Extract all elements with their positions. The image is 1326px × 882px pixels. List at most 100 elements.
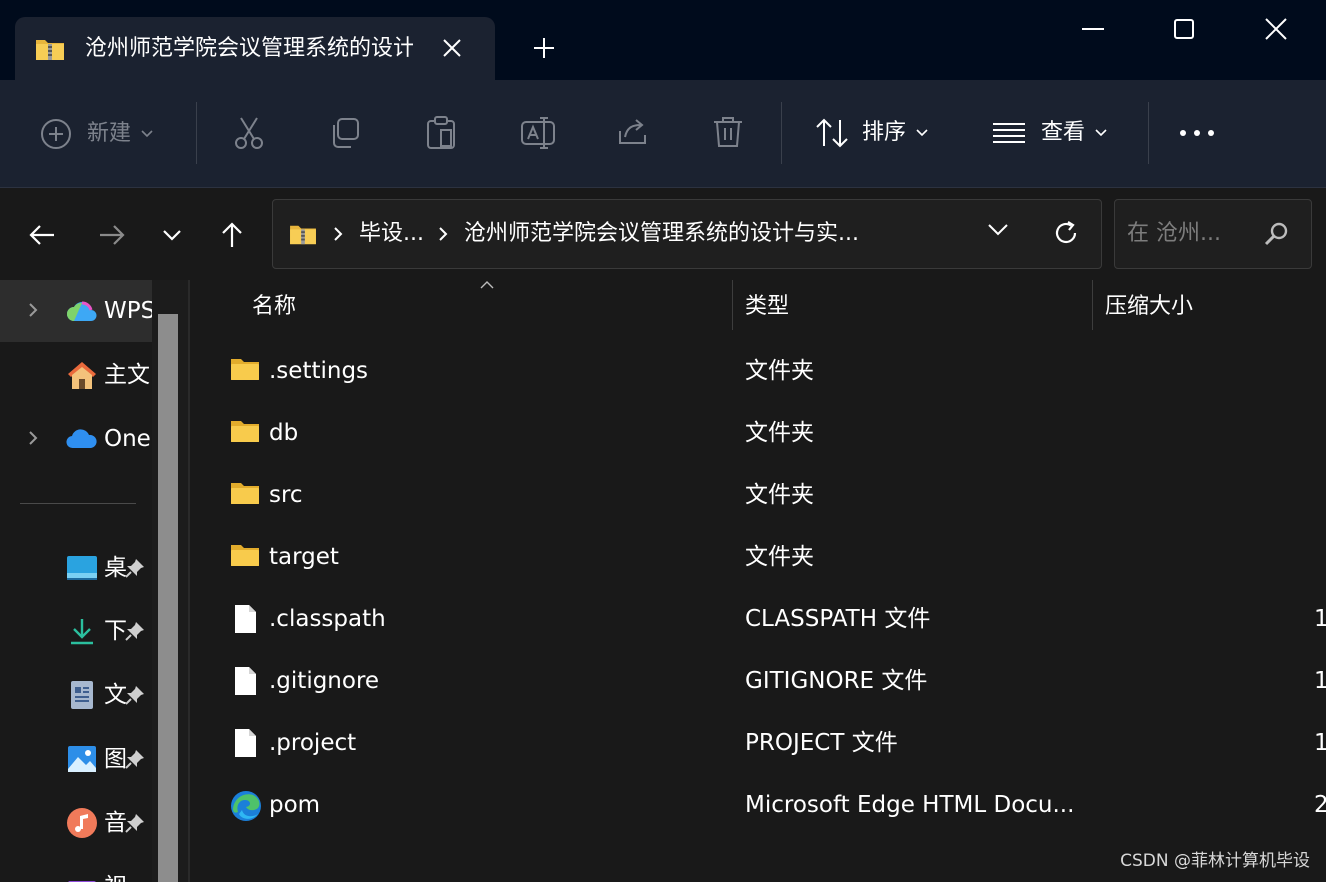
folder-icon [230, 480, 260, 510]
back-button[interactable] [27, 220, 57, 250]
sidebar-item-videos[interactable]: 视 [0, 856, 152, 882]
command-bar: 新建 排序 查看 [0, 80, 1326, 188]
new-button-label: 新建 [87, 121, 132, 146]
refresh-button[interactable] [1053, 220, 1079, 250]
sidebar-item-desktop[interactable]: 桌 [0, 537, 152, 599]
refresh-icon [1055, 221, 1077, 244]
sidebar-item-wps[interactable]: WPS [0, 280, 152, 342]
documents-icon [66, 679, 98, 711]
column-header-size[interactable]: 压缩大小 [1105, 292, 1193, 322]
column-divider[interactable] [732, 280, 733, 330]
close-icon [1265, 18, 1287, 40]
file-type: 文件夹 [745, 420, 814, 446]
tab-title: 沧州师范学院会议管理系统的设计与实现 [85, 36, 413, 61]
column-header-name[interactable]: 名称 [252, 292, 296, 322]
arrow-left-icon [29, 225, 54, 245]
chevron-right-icon [439, 227, 448, 241]
new-tab-icon[interactable] [532, 36, 556, 60]
add-circle-icon [41, 119, 71, 149]
close-tab-icon[interactable] [440, 36, 464, 60]
sort-arrows-icon [816, 118, 848, 148]
minimize-icon [1082, 28, 1104, 30]
sidebar-scrollbar-thumb[interactable] [158, 314, 178, 882]
chevron-right-icon [334, 227, 343, 241]
search-placeholder: 在 沧州... [1127, 221, 1221, 246]
close-window-button[interactable] [1253, 12, 1299, 46]
forward-button[interactable] [97, 220, 127, 250]
pin-icon[interactable] [124, 620, 146, 642]
table-row[interactable]: .settings 文件夹 [190, 341, 1326, 403]
pin-icon[interactable] [124, 748, 146, 770]
cut-button[interactable] [233, 116, 265, 150]
pin-icon[interactable] [124, 557, 146, 579]
toolbar-divider [1148, 102, 1149, 164]
address-history-button[interactable] [987, 222, 1009, 241]
pin-icon[interactable] [124, 812, 146, 834]
sidebar-item-label: 主文 [104, 362, 150, 388]
rename-button[interactable] [521, 117, 555, 149]
more-dots-icon [1180, 130, 1214, 136]
sidebar-item-documents[interactable]: 文 [0, 664, 152, 726]
paste-button[interactable] [425, 116, 457, 150]
sidebar-item-onedrive[interactable]: One [0, 408, 152, 470]
sidebar-item-pictures[interactable]: 图 [0, 728, 152, 790]
folder-icon [230, 418, 260, 448]
file-size: 1 [1314, 606, 1326, 632]
trash-icon [714, 117, 742, 147]
share-button[interactable] [617, 117, 649, 147]
table-row[interactable]: .gitignore GITIGNORE 文件 1 [190, 651, 1326, 713]
table-row[interactable]: src 文件夹 [190, 465, 1326, 527]
view-button[interactable]: 查看 [993, 118, 1107, 148]
watermark: CSDN @菲林计算机毕设 [1120, 851, 1310, 871]
download-icon [66, 615, 98, 647]
sort-button[interactable]: 排序 [815, 118, 928, 148]
file-type: 文件夹 [745, 358, 814, 384]
column-header-type[interactable]: 类型 [745, 292, 789, 322]
folder-icon [230, 542, 260, 572]
address-bar[interactable]: 毕设... 沧州师范学院会议管理系统的设计与实... [272, 199, 1102, 269]
sidebar-divider [20, 503, 136, 504]
recent-locations-button[interactable] [157, 220, 187, 250]
chevron-right-icon[interactable] [27, 429, 39, 447]
wps-cloud-icon [66, 295, 98, 327]
file-size: 1 [1314, 730, 1326, 756]
sidebar-item-home[interactable]: 主文 [0, 344, 152, 406]
pictures-icon [66, 743, 98, 775]
delete-button[interactable] [713, 116, 743, 148]
table-row[interactable]: .classpath CLASSPATH 文件 1 [190, 589, 1326, 651]
arrow-right-icon [100, 225, 125, 245]
table-row[interactable]: pom Microsoft Edge HTML Docu... 2 [190, 775, 1326, 837]
see-more-button[interactable] [1180, 130, 1214, 136]
chevron-down-icon [141, 130, 153, 138]
copy-button[interactable] [329, 117, 361, 149]
pin-icon[interactable] [124, 684, 146, 706]
chevron-right-icon[interactable] [27, 301, 39, 319]
folder-icon [230, 356, 260, 386]
column-divider[interactable] [1092, 280, 1093, 330]
sidebar-item-music[interactable]: 音 [0, 792, 152, 854]
tab-active[interactable]: 沧州师范学院会议管理系统的设计与实现 [15, 17, 495, 80]
file-type: 文件夹 [745, 544, 814, 570]
maximize-button[interactable] [1161, 12, 1207, 46]
table-row[interactable]: .project PROJECT 文件 1 [190, 713, 1326, 775]
file-icon [230, 604, 260, 634]
sort-button-label: 排序 [862, 120, 907, 145]
onedrive-cloud-icon [66, 423, 98, 455]
up-button[interactable] [217, 220, 247, 250]
list-view-icon [993, 123, 1025, 143]
new-button[interactable]: 新建 [40, 118, 153, 150]
breadcrumb-item[interactable]: 沧州师范学院会议管理系统的设计与实... [464, 218, 859, 250]
file-type: Microsoft Edge HTML Docu... [745, 792, 1075, 818]
table-row[interactable]: target 文件夹 [190, 527, 1326, 589]
table-row[interactable]: db 文件夹 [190, 403, 1326, 465]
minimize-button[interactable] [1070, 12, 1116, 46]
search-icon[interactable] [1263, 221, 1289, 251]
sidebar-item-downloads[interactable]: 下 [0, 600, 152, 662]
chevron-down-icon [916, 129, 928, 137]
search-input[interactable]: 在 沧州... [1114, 199, 1312, 269]
toolbar-divider [781, 102, 782, 164]
breadcrumb-item[interactable]: 毕设... [359, 218, 424, 250]
file-type: PROJECT 文件 [745, 730, 898, 756]
copy-icon [333, 118, 359, 148]
file-name: .settings [269, 358, 369, 384]
